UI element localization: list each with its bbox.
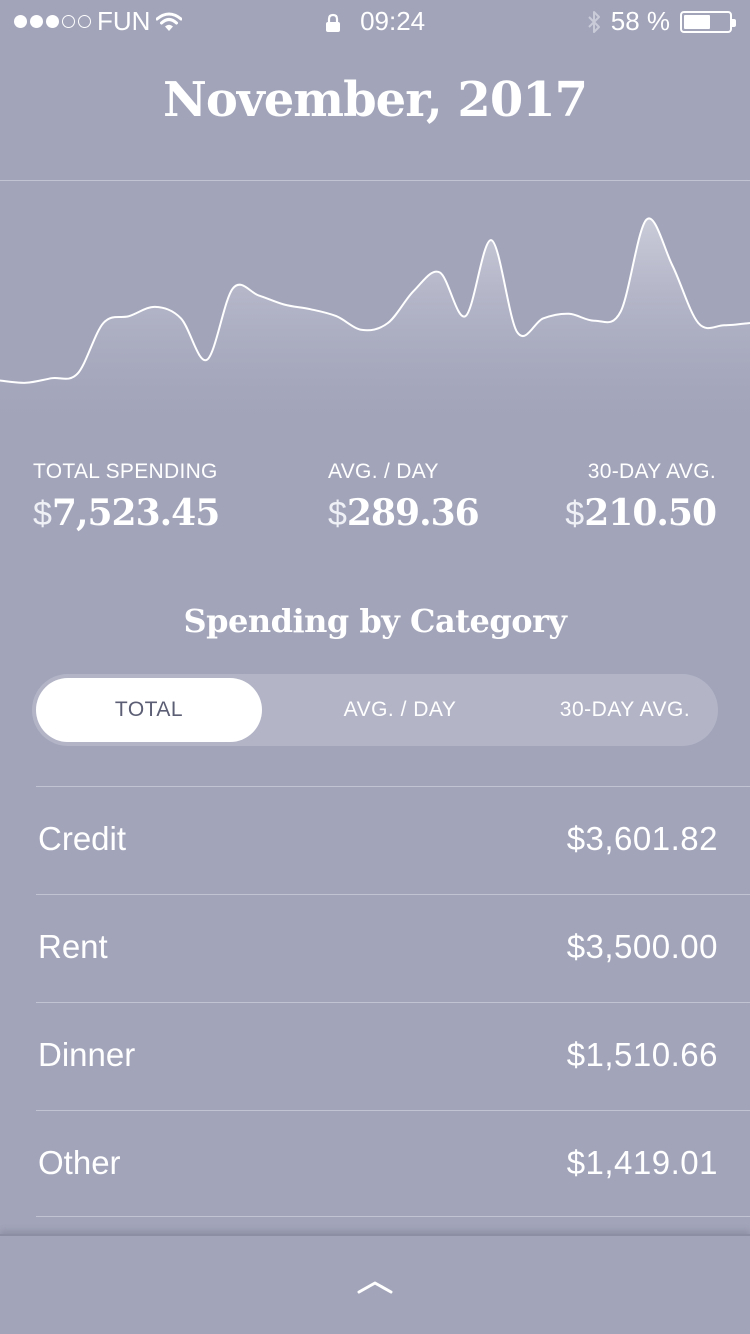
stats-summary: TOTAL SPENDING $7,523.45 AVG. / DAY $289… <box>0 460 750 550</box>
list-item[interactable]: Rent $3,500.00 <box>0 894 750 1002</box>
stat-total-spending: TOTAL SPENDING $7,523.45 <box>33 460 220 534</box>
list-end-divider <box>36 1216 750 1217</box>
stat-amount: 289.36 <box>346 492 480 534</box>
stat-avg-day: AVG. / DAY $289.36 <box>328 460 480 534</box>
header-divider <box>0 180 750 181</box>
spending-chart-svg <box>0 217 750 422</box>
stat-amount: 7,523.45 <box>51 492 220 534</box>
list-item[interactable]: Credit $3,601.82 <box>0 786 750 894</box>
stat-value: $210.50 <box>565 492 717 534</box>
list-item[interactable]: Dinner $1,510.66 <box>0 1002 750 1110</box>
chevron-up-icon[interactable] <box>357 1280 393 1294</box>
lock-icon <box>325 14 340 33</box>
row-divider <box>36 786 750 787</box>
tab-total[interactable]: TOTAL <box>36 678 262 742</box>
battery-icon <box>680 10 736 33</box>
bottom-drawer[interactable] <box>0 1234 750 1334</box>
tab-avg-day[interactable]: AVG. / DAY <box>287 678 513 742</box>
stat-label: TOTAL SPENDING <box>33 460 218 483</box>
category-name: Other <box>38 1144 121 1181</box>
row-divider <box>36 894 750 895</box>
stat-value: $289.36 <box>328 492 480 534</box>
currency-symbol: $ <box>33 495 52 533</box>
category-amount: $3,500.00 <box>566 928 718 965</box>
battery-percent: 58 % <box>610 6 670 36</box>
spending-chart <box>0 182 750 422</box>
category-name: Credit <box>38 820 127 857</box>
category-amount: $3,601.82 <box>566 820 718 857</box>
row-divider <box>36 1002 750 1003</box>
battery-nub <box>732 18 736 27</box>
stat-label: AVG. / DAY <box>328 460 439 483</box>
status-right: 58 % <box>587 6 736 37</box>
row-divider <box>36 1110 750 1111</box>
page-title: November, 2017 <box>162 72 588 128</box>
section-title: Spending by Category <box>183 602 567 640</box>
status-time: 09:24 <box>360 6 426 36</box>
bluetooth-icon <box>588 10 600 33</box>
currency-symbol: $ <box>565 495 585 533</box>
currency-symbol: $ <box>328 495 347 533</box>
tab-30-day-avg[interactable]: 30-DAY AVG. <box>512 678 738 742</box>
category-segmented-control: TOTAL AVG. / DAY 30-DAY AVG. <box>32 674 718 746</box>
category-name: Rent <box>38 928 108 965</box>
stat-label: 30-DAY AVG. <box>587 460 716 483</box>
stat-amount: 210.50 <box>584 492 717 534</box>
list-item[interactable]: Other $1,419.01 <box>0 1110 750 1218</box>
battery-fill <box>684 14 710 29</box>
status-bar: FUN 09:24 58 % <box>0 0 750 40</box>
stat-30-day-avg: 30-DAY AVG. $210.50 <box>565 460 717 534</box>
category-list: Credit $3,601.82 Rent $3,500.00 Dinner $… <box>0 786 750 1218</box>
category-name: Dinner <box>38 1036 136 1073</box>
category-amount: $1,419.01 <box>566 1144 718 1181</box>
stat-value: $7,523.45 <box>33 492 220 534</box>
category-amount: $1,510.66 <box>566 1036 718 1073</box>
